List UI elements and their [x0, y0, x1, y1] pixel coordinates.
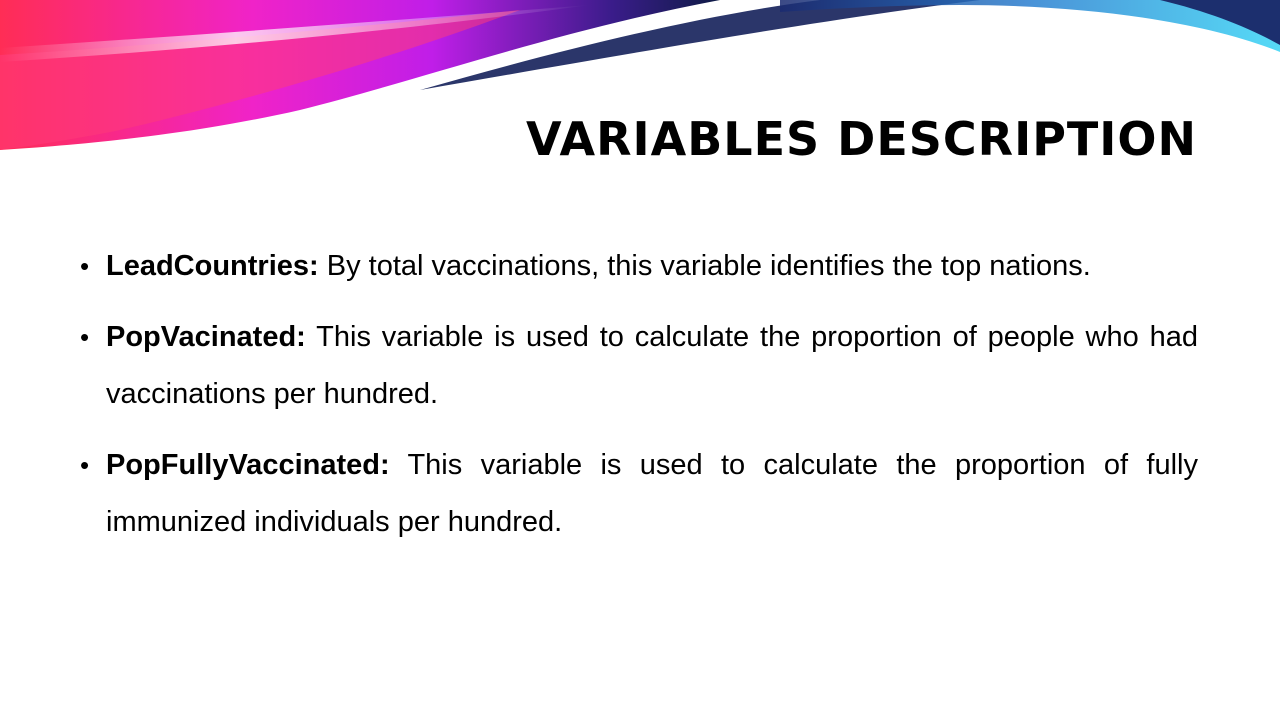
bullet-text: By total vaccinations, this variable ide…: [326, 250, 1091, 282]
slide-title: VARIABLES DESCRIPTION: [526, 112, 1197, 166]
slide: VARIABLES DESCRIPTION LeadCountries: By …: [0, 0, 1280, 720]
bullet-term: PopVacinated:: [106, 321, 306, 353]
bullet-pop-fully-vaccinated: PopFullyVaccinated: This variable is use…: [80, 437, 1198, 551]
bullet-lead-countries: LeadCountries: By total vaccinations, th…: [80, 238, 1198, 295]
bullet-term: PopFullyVaccinated:: [106, 449, 390, 481]
bullet-pop-vacinated: PopVacinated: This variable is used to c…: [80, 309, 1198, 423]
bullet-term: LeadCountries:: [106, 250, 319, 282]
bullet-list: LeadCountries: By total vaccinations, th…: [80, 238, 1198, 565]
